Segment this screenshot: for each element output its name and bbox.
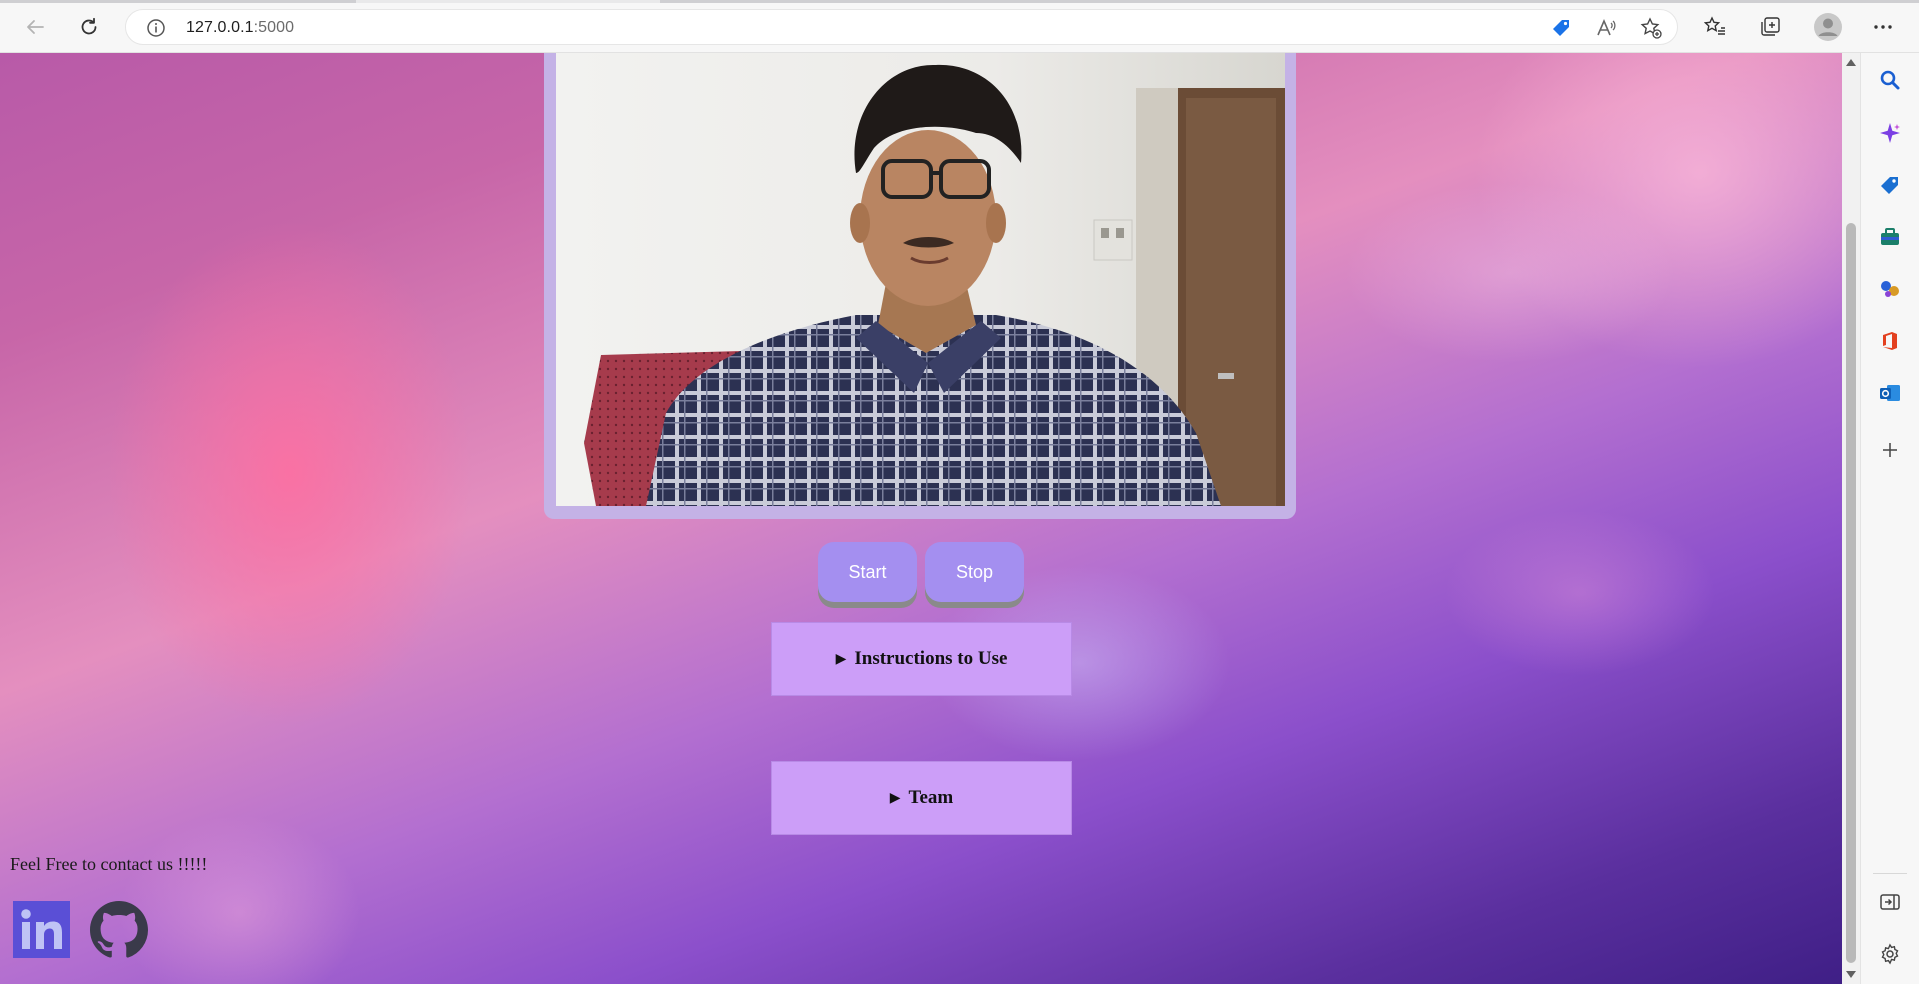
add-favorite-button[interactable] (1639, 16, 1663, 40)
webcam-image (556, 53, 1285, 506)
profile-icon (1814, 13, 1842, 41)
url-text[interactable]: 127.0.0.1:5000 (186, 19, 294, 37)
scroll-up-arrow[interactable] (1846, 59, 1856, 66)
github-link[interactable] (90, 901, 148, 959)
shopping-icon (1881, 177, 1898, 194)
url-host: 127.0.0.1 (186, 19, 254, 36)
search-icon (1880, 70, 1900, 90)
browser-toolbar: 127.0.0.1:5000 (0, 3, 1919, 53)
sidebar-shopping-button[interactable] (1878, 173, 1902, 197)
office-icon (1883, 332, 1897, 350)
disclosure-triangle-icon: ▶ (835, 651, 847, 667)
scroll-down-arrow[interactable] (1846, 971, 1856, 978)
shopping-tag-icon (1553, 20, 1569, 36)
team-label: Team (908, 787, 954, 808)
sidebar-copilot-button[interactable] (1878, 121, 1902, 145)
add-icon (1883, 443, 1897, 457)
stop-button[interactable]: Stop (925, 542, 1024, 602)
read-aloud-button[interactable] (1594, 16, 1618, 40)
hide-sidebar-icon (1880, 894, 1900, 910)
scroll-thumb[interactable] (1846, 223, 1856, 963)
instructions-toggle[interactable]: ▶ Instructions to Use (771, 622, 1072, 696)
settings-icon (1881, 943, 1899, 965)
collections-icon (1761, 17, 1780, 36)
read-aloud-icon (1597, 18, 1616, 36)
outlook-icon (1880, 385, 1900, 401)
sidebar-settings-button[interactable] (1878, 942, 1902, 966)
profile-button[interactable] (1810, 9, 1846, 45)
instructions-label: Instructions to Use (854, 648, 1008, 669)
collections-button[interactable] (1752, 9, 1788, 45)
copilot-icon (1880, 123, 1900, 143)
webcam-feed (556, 53, 1285, 506)
sidebar-outlook-button[interactable] (1878, 381, 1902, 405)
add-favorite-icon (1640, 17, 1662, 39)
sidebar-divider (1873, 873, 1907, 874)
linkedin-icon (13, 901, 70, 958)
start-button[interactable]: Start (818, 542, 917, 602)
refresh-button[interactable] (71, 9, 107, 45)
page-scrollbar[interactable] (1842, 53, 1860, 984)
tools-icon (1881, 228, 1899, 245)
address-bar[interactable]: 127.0.0.1:5000 (125, 9, 1678, 45)
linkedin-link[interactable] (13, 901, 70, 958)
sidebar-add-button[interactable] (1878, 438, 1902, 462)
refresh-icon (81, 17, 97, 35)
page-viewport: Start Stop ▶ Instructions to Use ▶ Team … (0, 53, 1842, 984)
favorites-icon (1704, 16, 1725, 35)
team-toggle[interactable]: ▶ Team (771, 761, 1072, 835)
favorites-button[interactable] (1697, 9, 1733, 45)
edge-sidebar (1860, 53, 1919, 984)
contact-text: Feel Free to contact us !!!!! (10, 854, 208, 874)
back-button[interactable] (17, 9, 53, 45)
sidebar-games-button[interactable] (1878, 277, 1902, 301)
shopping-tag-button[interactable] (1549, 16, 1573, 40)
sidebar-hide-button[interactable] (1878, 890, 1902, 914)
disclosure-triangle-icon: ▶ (889, 790, 901, 806)
more-icon (1874, 25, 1892, 29)
webcam-frame (544, 53, 1296, 519)
sidebar-office-button[interactable] (1878, 329, 1902, 353)
sidebar-tools-button[interactable] (1878, 225, 1902, 249)
more-button[interactable] (1865, 9, 1901, 45)
games-icon (1881, 281, 1899, 297)
sidebar-search-button[interactable] (1878, 68, 1902, 92)
back-icon (27, 20, 44, 34)
info-icon[interactable] (146, 18, 166, 38)
url-port: :5000 (253, 19, 295, 36)
github-icon (90, 901, 148, 958)
